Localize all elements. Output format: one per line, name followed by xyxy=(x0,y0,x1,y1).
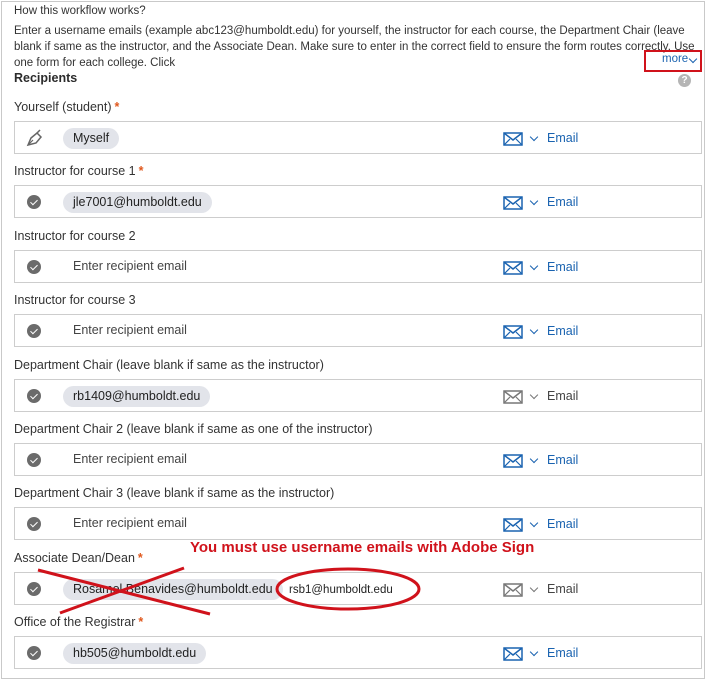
recipient-chip[interactable]: Myself xyxy=(63,128,120,149)
recipient-email-input[interactable]: Enter recipient email xyxy=(73,452,187,466)
recipient-label: Yourself (student) * xyxy=(14,100,119,114)
chevron-down-icon[interactable] xyxy=(529,454,539,464)
check-icon xyxy=(27,195,41,209)
question-icon[interactable]: ? xyxy=(678,74,691,87)
recipient-label: Office of the Registrar * xyxy=(14,615,143,629)
recipient-label: Department Chair 3 (leave blank if same … xyxy=(14,486,334,500)
check-icon xyxy=(27,453,41,467)
required-asterisk: * xyxy=(114,100,120,114)
chevron-down-icon[interactable] xyxy=(529,325,539,335)
more-link[interactable]: more xyxy=(662,53,688,65)
delivery-method-dropdown[interactable]: Email xyxy=(547,582,578,596)
delivery-method-dropdown[interactable]: Email xyxy=(547,517,578,531)
recipient-email-input[interactable]: Enter recipient email xyxy=(73,259,187,273)
recipient-field[interactable]: Enter recipient email Email xyxy=(14,443,702,476)
recipient-chip[interactable]: rb1409@humboldt.edu xyxy=(63,386,211,407)
check-icon xyxy=(27,582,41,596)
recipient-label: Instructor for course 1 * xyxy=(14,164,143,178)
required-asterisk: * xyxy=(138,615,144,629)
recipient-field[interactable]: Myself Email xyxy=(14,121,702,154)
recipient-email-input[interactable]: Enter recipient email xyxy=(73,516,187,530)
chevron-down-icon[interactable] xyxy=(529,196,539,206)
recipient-field[interactable]: jle7001@humboldt.edu Email xyxy=(14,185,702,218)
chevron-down-icon[interactable] xyxy=(529,518,539,528)
recipient-label-text: Department Chair 3 (leave blank if same … xyxy=(14,486,335,500)
envelope-icon[interactable] xyxy=(503,325,523,339)
check-icon xyxy=(27,324,41,338)
recipient-label: Department Chair (leave blank if same as… xyxy=(14,358,324,372)
chevron-down-icon[interactable] xyxy=(529,132,539,142)
recipient-field[interactable]: Enter recipient email Email xyxy=(14,507,702,540)
recipient-label-text: Office of the Registrar xyxy=(14,615,136,629)
recipient-field[interactable]: Enter recipient email Email xyxy=(14,250,702,283)
recipient-label: Department Chair 2 (leave blank if same … xyxy=(14,422,373,436)
delivery-method-dropdown[interactable]: Email xyxy=(547,453,578,467)
envelope-icon[interactable] xyxy=(503,261,523,275)
required-asterisk: * xyxy=(138,164,144,178)
envelope-icon[interactable] xyxy=(503,454,523,468)
chevron-down-icon[interactable] xyxy=(529,647,539,657)
recipient-label-text: Associate Dean/Dean xyxy=(14,551,135,565)
recipient-label-text: Yourself (student) xyxy=(14,100,112,114)
recipient-label: Instructor for course 2 xyxy=(14,229,136,243)
required-asterisk: * xyxy=(137,551,143,565)
chevron-down-icon[interactable] xyxy=(529,390,539,400)
envelope-icon[interactable] xyxy=(503,132,523,146)
recipient-label-text: Instructor for course 3 xyxy=(14,293,136,307)
recipient-chip[interactable]: jle7001@humboldt.edu xyxy=(63,192,212,213)
envelope-icon[interactable] xyxy=(503,390,523,404)
delivery-method-dropdown[interactable]: Email xyxy=(547,195,578,209)
recipient-label: Instructor for course 3 xyxy=(14,293,136,307)
delivery-method-dropdown[interactable]: Email xyxy=(547,131,578,145)
delivery-method-dropdown[interactable]: Email xyxy=(547,389,578,403)
annotation-correct-email: rsb1@humboldt.edu xyxy=(289,584,393,596)
recipient-chip[interactable]: Rosamel.Benavides@humboldt.edu xyxy=(63,579,283,600)
delivery-method-dropdown[interactable]: Email xyxy=(547,646,578,660)
check-icon xyxy=(27,646,41,660)
recipient-field[interactable]: Enter recipient email Email xyxy=(14,314,702,347)
recipient-field[interactable]: rb1409@humboldt.edu Email xyxy=(14,379,702,412)
envelope-icon[interactable] xyxy=(503,647,523,661)
envelope-icon[interactable] xyxy=(503,518,523,532)
envelope-icon[interactable] xyxy=(503,583,523,597)
chevron-down-icon[interactable] xyxy=(529,583,539,593)
annotation-message: You must use username emails with Adobe … xyxy=(190,539,535,556)
delivery-method-dropdown[interactable]: Email xyxy=(547,324,578,338)
check-icon xyxy=(27,517,41,531)
pen-icon xyxy=(26,129,43,147)
recipients-heading: Recipients xyxy=(14,71,78,85)
check-icon xyxy=(27,389,41,403)
check-icon xyxy=(27,260,41,274)
recipient-label-text: Instructor for course 1 xyxy=(14,164,136,178)
recipient-chip[interactable]: hb505@humboldt.edu xyxy=(63,643,207,664)
recipient-field[interactable]: hb505@humboldt.edu Email xyxy=(14,636,702,669)
chevron-down-icon[interactable] xyxy=(529,261,539,271)
recipient-label-text: Department Chair (leave blank if same as… xyxy=(14,358,324,372)
workflow-help-title: How this workflow works? xyxy=(14,5,146,17)
workflow-form: How this workflow works? Enter a usernam… xyxy=(1,1,705,679)
recipient-label-text: Instructor for course 2 xyxy=(14,229,136,243)
recipient-label: Associate Dean/Dean * xyxy=(14,551,143,565)
workflow-instructions: Enter a username emails (example abc123@… xyxy=(14,25,695,69)
recipient-email-input[interactable]: Enter recipient email xyxy=(73,323,187,337)
envelope-icon[interactable] xyxy=(503,196,523,210)
delivery-method-dropdown[interactable]: Email xyxy=(547,260,578,274)
recipient-label-text: Department Chair 2 (leave blank if same … xyxy=(14,422,373,436)
